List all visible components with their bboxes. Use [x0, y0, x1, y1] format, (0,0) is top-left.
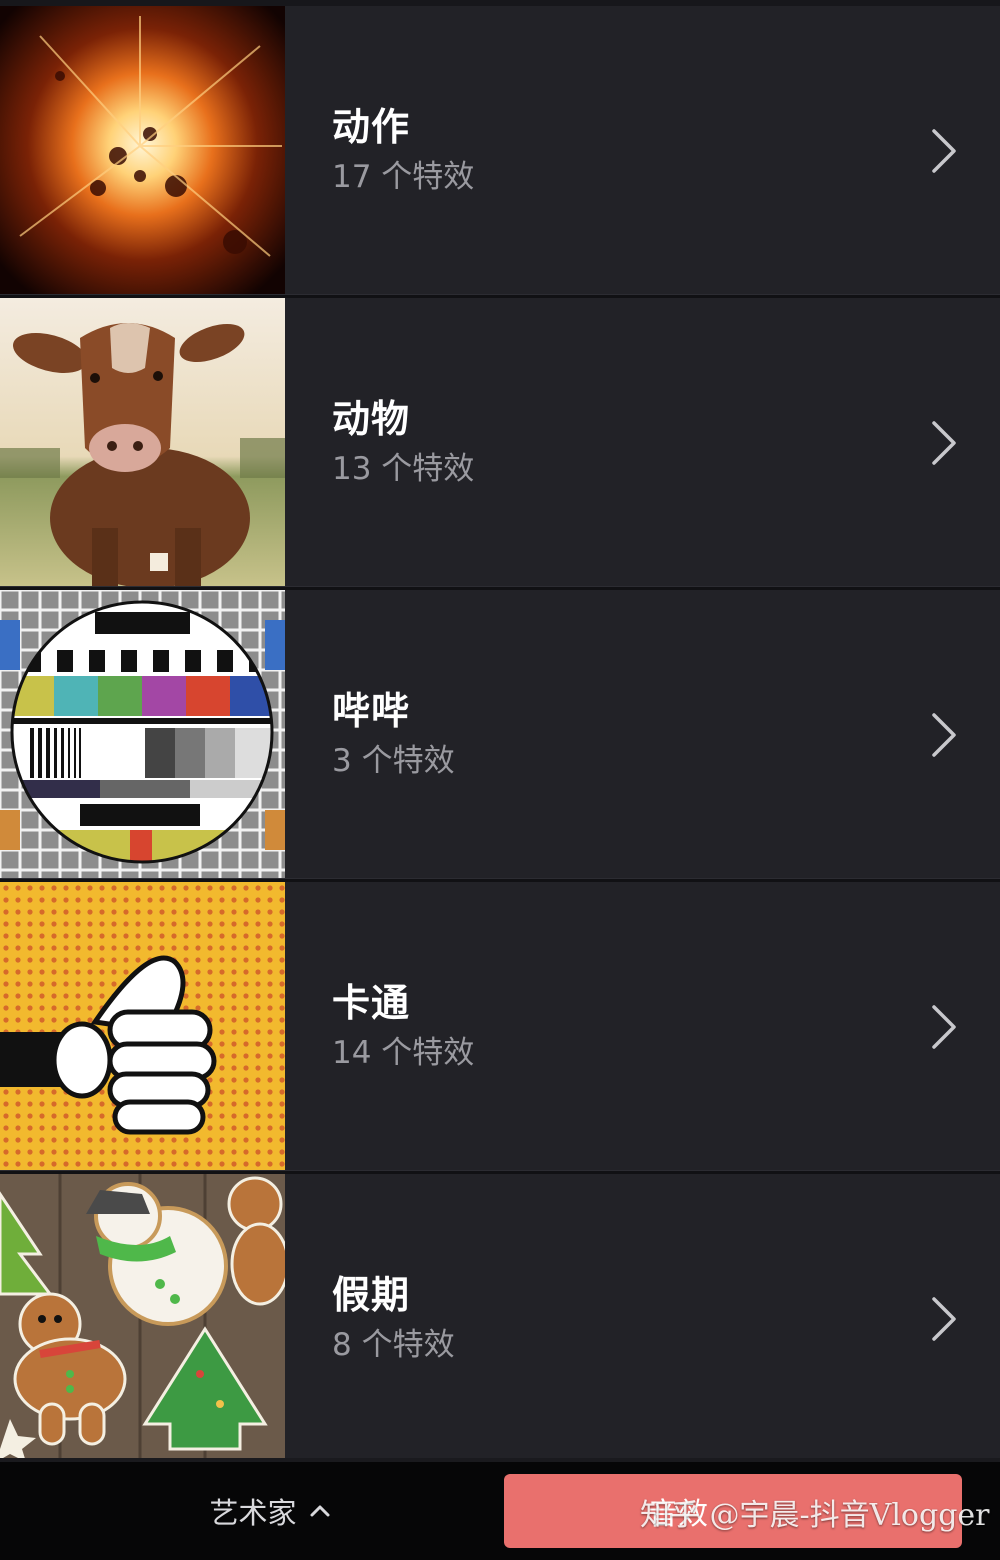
- category-title: 动作: [332, 105, 411, 149]
- chevron-right-icon: [932, 421, 956, 465]
- category-row-animals[interactable]: 动物 13 个特效: [0, 298, 1000, 587]
- category-dropdown-label: 艺术家: [209, 1496, 297, 1530]
- tv-test-pattern-image: [0, 590, 285, 878]
- category-title: 动物: [332, 397, 411, 441]
- category-row-holiday[interactable]: 假期 8 个特效: [0, 1174, 1000, 1463]
- sound-category-list: 动作 17 个特效 动物 13 个特效 哔哔 3 个特效 卡通 14 个特效 假…: [0, 6, 1000, 1466]
- effect-count: 8 个特效: [332, 1327, 455, 1363]
- effect-count: 3 个特效: [332, 743, 455, 779]
- category-text: 动物 13 个特效: [332, 396, 474, 490]
- category-text: 卡通 14 个特效: [332, 980, 474, 1074]
- effect-count: 13 个特效: [332, 451, 475, 487]
- effect-count: 17 个特效: [332, 159, 475, 195]
- category-title: 假期: [332, 1273, 411, 1317]
- category-text: 假期 8 个特效: [332, 1272, 455, 1366]
- category-row-action[interactable]: 动作 17 个特效: [0, 6, 1000, 295]
- effect-count: 14 个特效: [332, 1035, 475, 1071]
- chevron-up-icon: [310, 1505, 329, 1517]
- chevron-right-icon: [932, 1297, 956, 1341]
- cartoon-thumbs-up-image: [0, 882, 285, 1170]
- category-title: 卡通: [332, 981, 411, 1025]
- category-dropdown-button[interactable]: 艺术家: [170, 1462, 370, 1560]
- chevron-right-icon: [932, 1005, 956, 1049]
- chevron-right-icon: [932, 129, 956, 173]
- category-text: 动作 17 个特效: [332, 104, 474, 198]
- category-row-beeps[interactable]: 哔哔 3 个特效: [0, 590, 1000, 879]
- category-text: 哔哔 3 个特效: [332, 688, 455, 782]
- explosion-image: [0, 6, 285, 294]
- category-title: 哔哔: [332, 689, 411, 733]
- watermark-text: 知乎 @宇晨-抖音Vlogger: [640, 1498, 990, 1533]
- holiday-cookies-image: [0, 1174, 285, 1462]
- cow-image: [0, 298, 285, 586]
- category-row-cartoon[interactable]: 卡通 14 个特效: [0, 882, 1000, 1171]
- chevron-right-icon: [932, 713, 956, 757]
